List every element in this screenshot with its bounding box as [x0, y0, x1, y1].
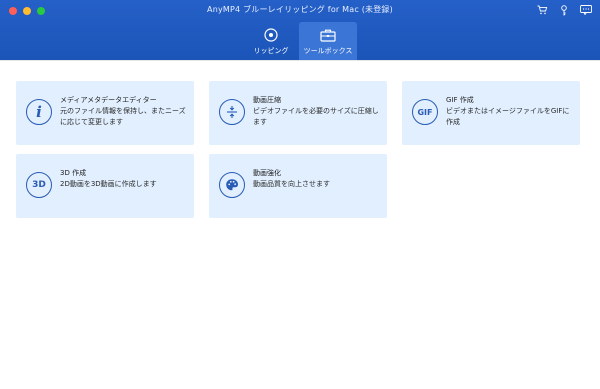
main-tabs: リッピング ツールボックス	[0, 22, 600, 60]
header-actions	[536, 4, 592, 16]
palette-icon	[219, 172, 245, 198]
disc-icon	[264, 28, 278, 42]
message-icon[interactable]	[580, 4, 592, 16]
cart-icon[interactable]	[536, 4, 548, 16]
tool-card-video-compressor[interactable]: 動画圧縮 ビデオファイルを必要のサイズに圧縮します	[209, 81, 387, 145]
tool-card-gif-maker[interactable]: GIF GIF 作成 ビデオまたはイメージファイルをGIFに作成	[402, 81, 580, 145]
tab-label: リッピング	[253, 47, 289, 55]
tab-ripping[interactable]: リッピング	[240, 22, 302, 60]
toolbox-icon	[320, 28, 336, 42]
tool-card-video-enhancer[interactable]: 動画強化 動画品質を向上させます	[209, 154, 387, 218]
tab-toolbox[interactable]: ツールボックス	[299, 22, 357, 60]
window-title: AnyMP4 ブルーレイリッピング for Mac (未登録)	[207, 5, 393, 14]
tool-card-metadata-editor[interactable]: i メディアメタデータエディター 元のファイル情報を保持し、またニーズに応じて変…	[16, 81, 194, 145]
toolbox-panel: i メディアメタデータエディター 元のファイル情報を保持し、またニーズに応じて変…	[0, 60, 600, 389]
card-description: ビデオまたはイメージファイルをGIFに作成	[446, 107, 570, 126]
card-description: 2D動画を3D動画に作成します	[60, 180, 157, 188]
app-header: AnyMP4 ブルーレイリッピング for Mac (未登録) リッピング ツー…	[0, 0, 600, 60]
card-title: 3D 作成	[60, 169, 87, 177]
info-icon: i	[26, 99, 52, 125]
3d-icon: 3D	[26, 172, 52, 198]
tool-card-3d-maker[interactable]: 3D 3D 作成 2D動画を3D動画に作成します	[16, 154, 194, 218]
card-title: GIF 作成	[446, 96, 474, 104]
card-description: 動画品質を向上させます	[253, 180, 330, 188]
card-title: 動画圧縮	[253, 96, 281, 104]
card-description: ビデオファイルを必要のサイズに圧縮します	[253, 107, 379, 126]
card-title: メディアメタデータエディター	[60, 96, 157, 104]
gif-icon: GIF	[412, 99, 438, 125]
card-description: 元のファイル情報を保持し、またニーズに応じて変更します	[60, 107, 186, 126]
card-title: 動画強化	[253, 169, 281, 177]
key-icon[interactable]	[558, 4, 570, 16]
compress-icon	[219, 99, 245, 125]
tab-label: ツールボックス	[303, 47, 353, 55]
